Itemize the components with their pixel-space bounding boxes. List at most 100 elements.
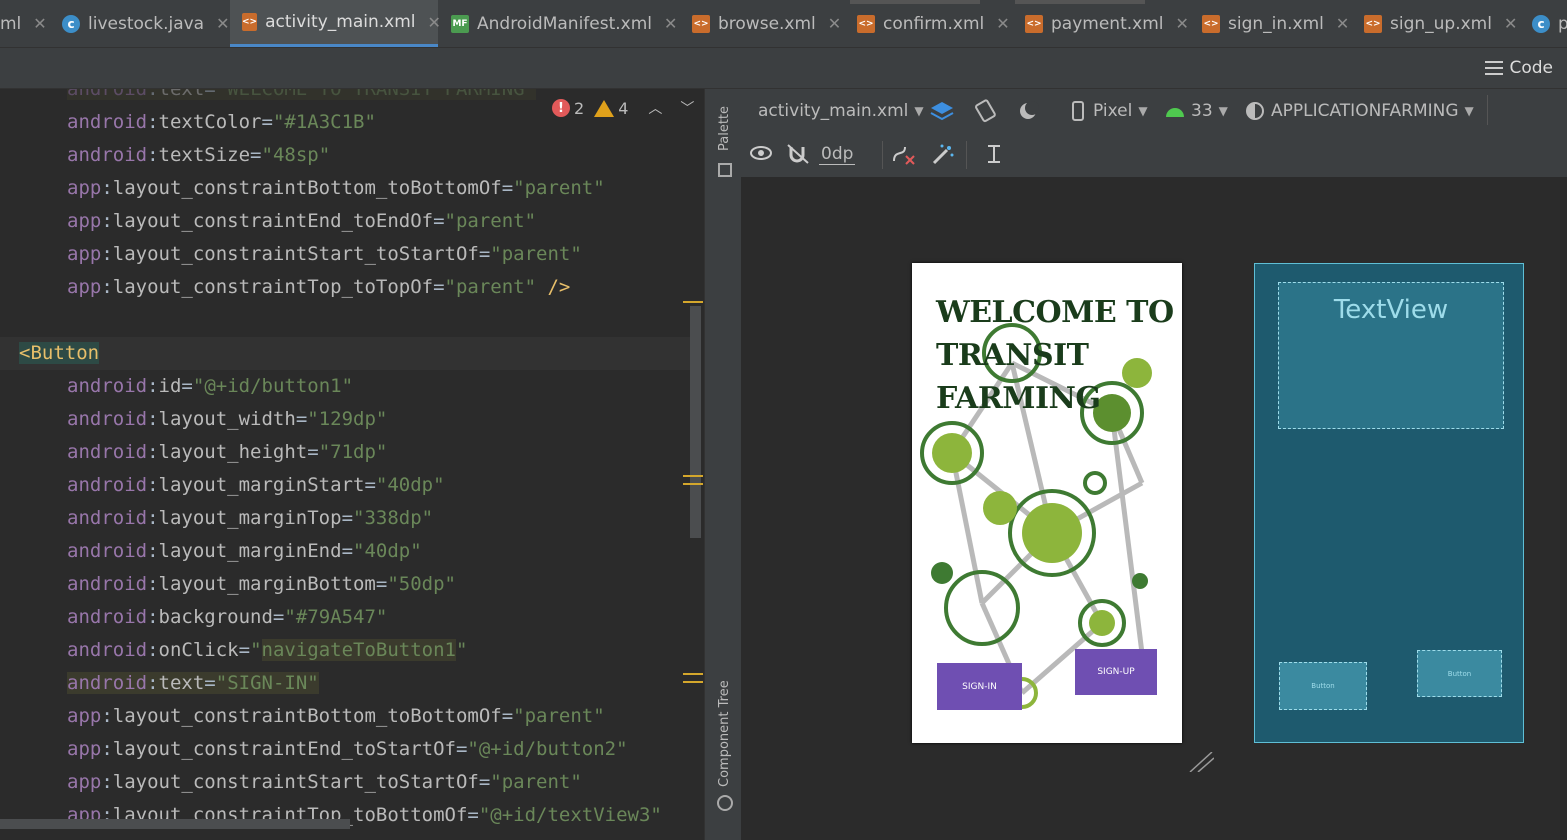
- design-toolbar: activity_main.xml ▼ Pixel ▼ 33 ▼ APPLICATIO…: [741, 89, 1567, 178]
- design-surface-button[interactable]: [929, 99, 957, 123]
- device-selector[interactable]: Pixel ▼: [1071, 101, 1148, 121]
- close-icon[interactable]: ✕: [427, 13, 440, 32]
- toolbar-divider: [882, 141, 883, 169]
- warning-marker[interactable]: [683, 681, 703, 683]
- toolbar-divider: [1487, 95, 1488, 125]
- editor-horizontal-scrollbar[interactable]: [0, 819, 350, 829]
- xml-file-icon: <>: [857, 14, 875, 33]
- error-count: 2: [574, 98, 585, 118]
- api-level-selector[interactable]: 33 ▼: [1165, 101, 1228, 121]
- tab-label: confirm.xml: [883, 13, 985, 34]
- tab-label: payment.xml: [1051, 13, 1164, 34]
- xml-file-icon: <>: [692, 14, 710, 33]
- tab-livestock-java[interactable]: c livestock.java ✕: [62, 0, 230, 47]
- close-icon[interactable]: ✕: [1336, 14, 1349, 33]
- close-icon[interactable]: ✕: [33, 14, 46, 33]
- chevron-down-icon: ▼: [1138, 104, 1148, 118]
- blueprint-textview[interactable]: TextView: [1278, 282, 1504, 429]
- tab-sign-in-xml[interactable]: <> sign_in.xml ✕: [1202, 0, 1349, 47]
- close-icon[interactable]: ✕: [996, 14, 1009, 33]
- warning-marker[interactable]: [683, 301, 703, 303]
- close-icon[interactable]: ✕: [216, 14, 229, 33]
- code-line: android:background="#79A547": [67, 606, 388, 628]
- eye-icon: [750, 146, 772, 160]
- editor-vertical-scrollbar[interactable]: [690, 306, 701, 538]
- java-class-icon: c: [1532, 14, 1550, 33]
- code-line: app:layout_constraintEnd_toEndOf="parent…: [67, 210, 537, 232]
- layout-file-selector[interactable]: activity_main.xml ▼: [758, 101, 924, 121]
- blueprint-view[interactable]: TextView Button Button: [1254, 263, 1524, 743]
- tab-androidmanifest-xml[interactable]: MF AndroidManifest.xml ✕: [451, 0, 677, 47]
- blueprint-button2[interactable]: Button: [1417, 650, 1502, 697]
- xml-file-icon: <>: [1364, 14, 1382, 33]
- chevron-down-icon: ▼: [914, 104, 924, 118]
- xml-file-icon: <>: [1202, 14, 1220, 33]
- editor-tab-bar: ml ✕ c livestock.java ✕ <> activity_main…: [0, 0, 1567, 48]
- guidelines-button[interactable]: [984, 143, 1008, 167]
- code-line: android:id="@+id/button1": [67, 375, 354, 397]
- code-line: android:textColor="#1A3C1B": [67, 111, 376, 133]
- close-icon[interactable]: ✕: [664, 14, 677, 33]
- tab-confirm-xml[interactable]: <> confirm.xml ✕: [857, 0, 1010, 47]
- theme-selector[interactable]: APPLICATIONFARMING ▼: [1245, 101, 1474, 121]
- tab-sign-up-xml[interactable]: <> sign_up.xml ✕: [1364, 0, 1517, 47]
- tab-payment-xml[interactable]: <> payment.xml ✕: [1025, 0, 1189, 47]
- code-line: android:layout_marginEnd="40dp": [67, 540, 422, 562]
- sign-up-button[interactable]: SIGN-UP: [1075, 649, 1157, 695]
- code-view-button[interactable]: Code: [1485, 58, 1553, 78]
- code-line: app:layout_constraintStart_toStartOf="pa…: [67, 771, 582, 793]
- default-margin-selector[interactable]: 0dp: [819, 144, 856, 165]
- view-mode-toolbar: Code: [0, 48, 1567, 89]
- night-mode-icon: [1020, 101, 1039, 119]
- tab-activity-main-xml[interactable]: <> activity_main.xml ✕: [230, 0, 441, 47]
- code-line: app:layout_constraintBottom_toBottomOf="…: [67, 705, 605, 727]
- palette-icon: [718, 163, 732, 177]
- tab-label: sign_up.xml: [1390, 13, 1492, 34]
- android-icon: [1166, 108, 1184, 117]
- warning-count: 4: [618, 98, 629, 118]
- design-preview-screen[interactable]: WELCOME TO TRANSIT FARMING SIGN-IN SIGN-…: [912, 263, 1182, 743]
- infer-constraints-button[interactable]: [931, 143, 955, 165]
- close-icon[interactable]: ✕: [1504, 14, 1517, 33]
- toolbar-divider: [966, 141, 967, 169]
- sign-in-button[interactable]: SIGN-IN: [937, 663, 1022, 710]
- warning-icon: [594, 99, 615, 117]
- warning-marker[interactable]: [683, 673, 703, 675]
- rotate-icon: [975, 99, 996, 123]
- chevron-up-icon[interactable]: ︿: [648, 98, 662, 118]
- phone-icon: [1072, 101, 1084, 121]
- inspection-widget[interactable]: ! 2 4 ︿ ﹀: [552, 98, 694, 118]
- close-icon[interactable]: ✕: [828, 14, 841, 33]
- chevron-down-icon: ▼: [1218, 104, 1228, 118]
- code-editor[interactable]: android:text="WELCOME TO TRANSIT FARMING…: [0, 89, 703, 840]
- align-icon: [988, 145, 1000, 163]
- side-tool-strip: Palette Component Tree: [704, 89, 742, 840]
- theme-icon: [1246, 102, 1264, 120]
- clear-constraints-button[interactable]: [891, 143, 917, 165]
- component-tree-icon: [717, 795, 733, 811]
- component-tree-toggle[interactable]: Component Tree: [717, 680, 732, 787]
- tab-browse-xml[interactable]: <> browse.xml ✕: [692, 0, 841, 47]
- chevron-down-icon[interactable]: ﹀: [680, 98, 694, 118]
- code-line: app:layout_constraintStart_toStartOf="pa…: [67, 243, 582, 265]
- view-options-button[interactable]: [749, 143, 775, 163]
- close-icon[interactable]: ✕: [1175, 14, 1188, 33]
- orientation-button[interactable]: [973, 99, 999, 123]
- warning-marker[interactable]: [683, 483, 703, 485]
- resize-handle-icon[interactable]: [1188, 752, 1214, 772]
- clear-constraints-icon: [893, 146, 915, 165]
- code-line: android:onClick="navigateToButton1": [67, 639, 468, 661]
- xml-file-icon: <>: [1025, 14, 1043, 33]
- tab-ml[interactable]: ml ✕: [0, 0, 47, 47]
- tab-label: livestock.java: [88, 13, 205, 34]
- chevron-down-icon: ▼: [1464, 104, 1474, 118]
- layers-icon: [930, 102, 954, 121]
- autoconnect-button[interactable]: [786, 143, 810, 165]
- xml-file-icon: <>: [242, 13, 258, 31]
- palette-panel-toggle[interactable]: Palette: [717, 106, 732, 151]
- code-line: android:layout_height="71dp": [67, 441, 388, 463]
- blueprint-button1[interactable]: Button: [1279, 662, 1367, 710]
- warning-marker[interactable]: [683, 475, 703, 477]
- night-mode-button[interactable]: [1016, 99, 1042, 123]
- tab-overflow[interactable]: c p: [1532, 0, 1567, 47]
